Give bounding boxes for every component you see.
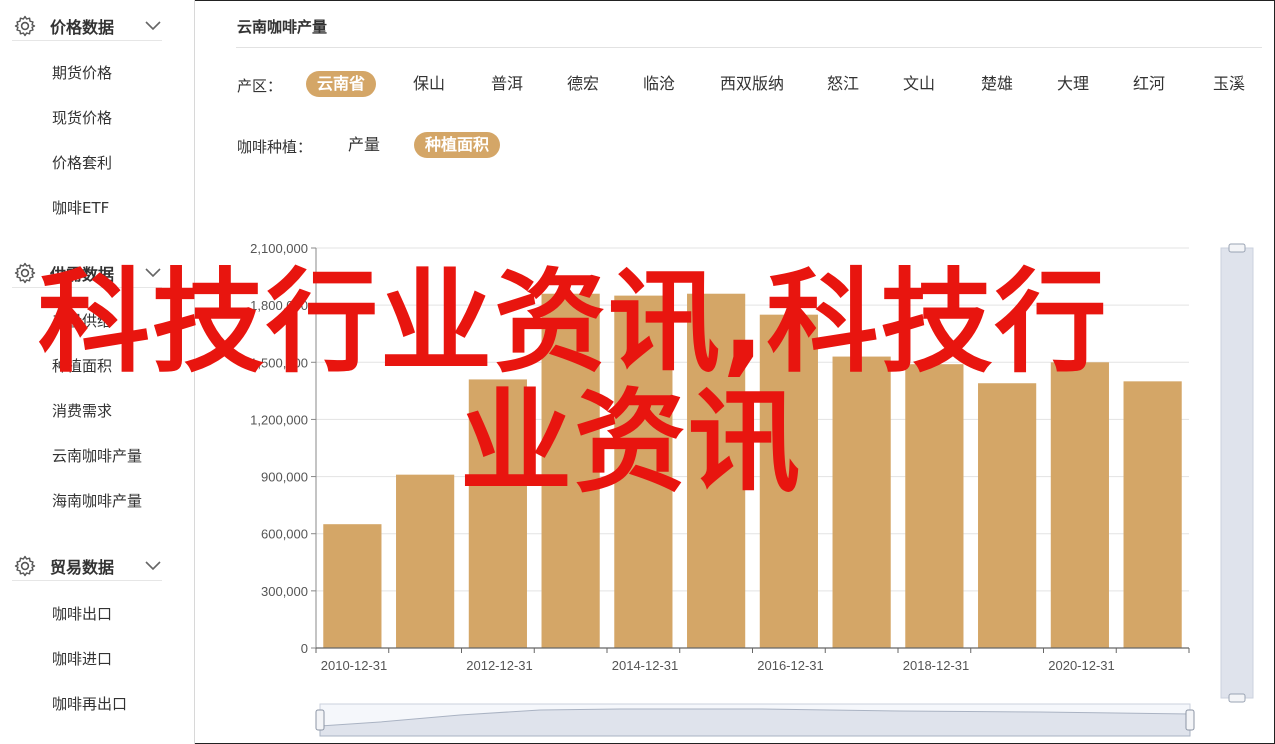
x-zoom-handle-left	[315, 709, 325, 731]
bar	[832, 356, 891, 648]
x-tick-label: 2016-12-31	[757, 658, 824, 673]
y-tick-label: 600,000	[261, 527, 308, 542]
bar	[541, 293, 600, 648]
y-tick-label: 0	[301, 641, 308, 656]
x-tick-label: 2018-12-31	[903, 658, 970, 673]
bar-chart: 0 300,000 600,000 900,000 1,200,000 1,500,000…	[0, 0, 1275, 744]
y-tick-label: 900,000	[261, 470, 308, 485]
bar	[323, 524, 382, 648]
x-tick-label: 2020-12-31	[1048, 658, 1115, 673]
bar	[1050, 362, 1109, 648]
y-tick-label: 1,800,000	[250, 298, 308, 313]
bar	[1123, 381, 1182, 648]
x-tick-label: 2010-12-31	[321, 658, 388, 673]
bar	[759, 314, 818, 648]
x-tick-label: 2014-12-31	[612, 658, 679, 673]
bar	[978, 383, 1037, 648]
bar	[614, 295, 673, 648]
y-tick-label: 300,000	[261, 584, 308, 599]
x-zoom-handle-right	[1185, 709, 1195, 731]
bar	[687, 293, 746, 648]
x-tick-label: 2012-12-31	[466, 658, 533, 673]
bar	[468, 379, 527, 648]
bar	[396, 474, 455, 648]
y-tick-label: 1,200,000	[250, 412, 308, 427]
y-zoom-slider	[1220, 247, 1254, 699]
chart-canvas: 0 300,000 600,000 900,000 1,200,000 1,500,000…	[250, 241, 1254, 737]
y-tick-label: 2,100,000	[250, 241, 308, 256]
y-tick-label: 1,500,000	[250, 355, 308, 370]
y-zoom-handle-bottom	[1228, 693, 1246, 703]
y-zoom-handle-top	[1228, 243, 1246, 253]
bar	[905, 364, 964, 648]
